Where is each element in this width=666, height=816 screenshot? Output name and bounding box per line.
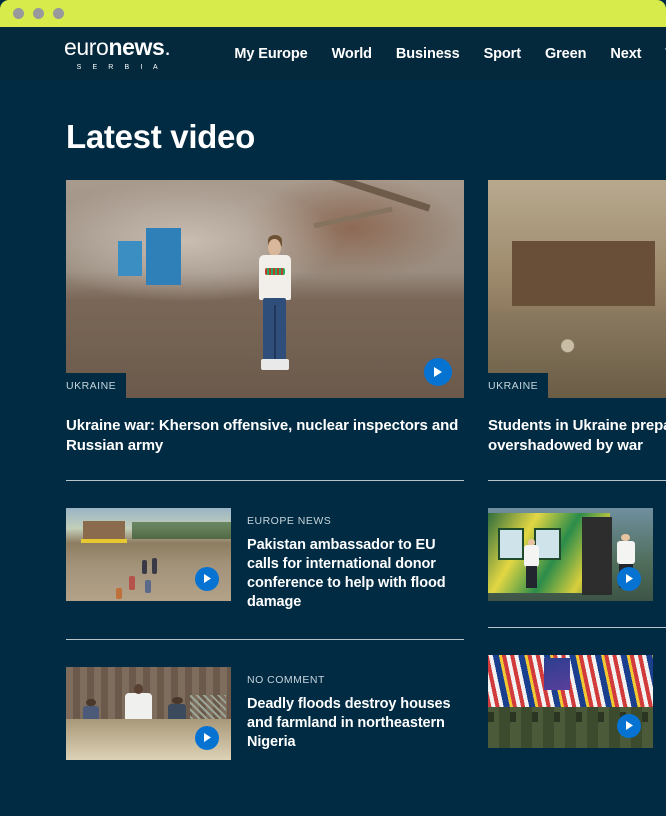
thumbnail-image-rubble bbox=[66, 180, 464, 398]
nav-item-sport[interactable]: Sport bbox=[484, 46, 521, 62]
video-title[interactable]: Pakistan ambassador to EU calls for inte… bbox=[247, 536, 464, 613]
euronews-logo[interactable]: euronews. S E R B I A bbox=[64, 34, 171, 72]
video-list-item[interactable]: TRAVEL Holidaymakers head to Ukraine as … bbox=[488, 507, 666, 601]
window-titlebar bbox=[0, 0, 666, 27]
category-badge: UKRAINE bbox=[488, 373, 549, 398]
video-thumbnail[interactable] bbox=[66, 507, 231, 601]
video-thumbnail[interactable]: UKRAINE bbox=[66, 180, 464, 398]
close-icon[interactable] bbox=[13, 8, 24, 19]
logo-wordmark: euronews. bbox=[64, 34, 171, 60]
video-list-item[interactable]: NO COMMENT National day parade marks ind… bbox=[488, 654, 666, 748]
site-header: euronews. S E R B I A My Europe World Bu… bbox=[0, 27, 666, 80]
video-list-item[interactable]: EUROPE NEWS Pakistan ambassador to EU ca… bbox=[66, 507, 464, 613]
video-item-text: EUROPE NEWS Pakistan ambassador to EU ca… bbox=[247, 508, 464, 613]
video-thumbnail[interactable] bbox=[66, 666, 231, 760]
nav-item-business[interactable]: Business bbox=[396, 46, 460, 62]
play-icon[interactable] bbox=[617, 566, 641, 591]
nav-item-my-europe[interactable]: My Europe bbox=[234, 46, 307, 62]
play-icon[interactable] bbox=[195, 566, 219, 591]
logo-dot: . bbox=[164, 34, 171, 60]
logo-bold: news bbox=[108, 34, 165, 60]
divider bbox=[488, 626, 666, 628]
video-thumbnail[interactable] bbox=[488, 654, 653, 748]
video-list-item[interactable]: NO COMMENT Deadly floods destroy houses … bbox=[66, 666, 464, 760]
nav-item-next[interactable]: Next bbox=[610, 46, 641, 62]
video-card-hero[interactable]: UKRAINE Students in Ukraine prepare for … bbox=[488, 180, 666, 456]
divider bbox=[66, 479, 464, 481]
video-thumbnail[interactable] bbox=[488, 507, 653, 601]
play-icon[interactable] bbox=[424, 358, 452, 386]
play-icon[interactable] bbox=[617, 713, 641, 738]
page-body: Latest video UKRAINE Ukraine war: Kherso… bbox=[0, 80, 666, 816]
video-title[interactable]: Ukraine war: Kherson offensive, nuclear … bbox=[66, 416, 464, 456]
logo-edition: S E R B I A bbox=[76, 64, 163, 71]
traffic-lights bbox=[13, 8, 64, 19]
video-card-hero[interactable]: UKRAINE Ukraine war: Kherson offensive, … bbox=[66, 180, 464, 456]
video-title[interactable]: Students in Ukraine prepare for new scho… bbox=[488, 416, 666, 456]
minimize-icon[interactable] bbox=[33, 8, 44, 19]
nav-item-world[interactable]: World bbox=[332, 46, 372, 62]
video-title[interactable]: Deadly floods destroy houses and farmlan… bbox=[247, 695, 464, 753]
category-badge: UKRAINE bbox=[66, 373, 127, 398]
video-column-right: UKRAINE Students in Ukraine prepare for … bbox=[488, 180, 666, 760]
main-navigation: My Europe World Business Sport Green Nex… bbox=[234, 46, 666, 62]
logo-prefix: euro bbox=[64, 34, 109, 60]
divider bbox=[66, 638, 464, 640]
thumbnail-image-classroom bbox=[488, 180, 666, 398]
maximize-icon[interactable] bbox=[53, 8, 64, 19]
category-label: EUROPE NEWS bbox=[247, 514, 332, 527]
divider bbox=[488, 479, 666, 481]
video-item-text: NO COMMENT Deadly floods destroy houses … bbox=[247, 667, 464, 753]
video-column-left: UKRAINE Ukraine war: Kherson offensive, … bbox=[66, 180, 464, 760]
video-grid: UKRAINE Ukraine war: Kherson offensive, … bbox=[66, 180, 666, 760]
video-thumbnail[interactable]: UKRAINE bbox=[488, 180, 666, 398]
figure-girl bbox=[257, 234, 293, 374]
nav-item-green[interactable]: Green bbox=[545, 46, 587, 62]
category-label: NO COMMENT bbox=[247, 673, 325, 686]
play-icon[interactable] bbox=[195, 725, 219, 750]
page-title: Latest video bbox=[66, 118, 255, 155]
